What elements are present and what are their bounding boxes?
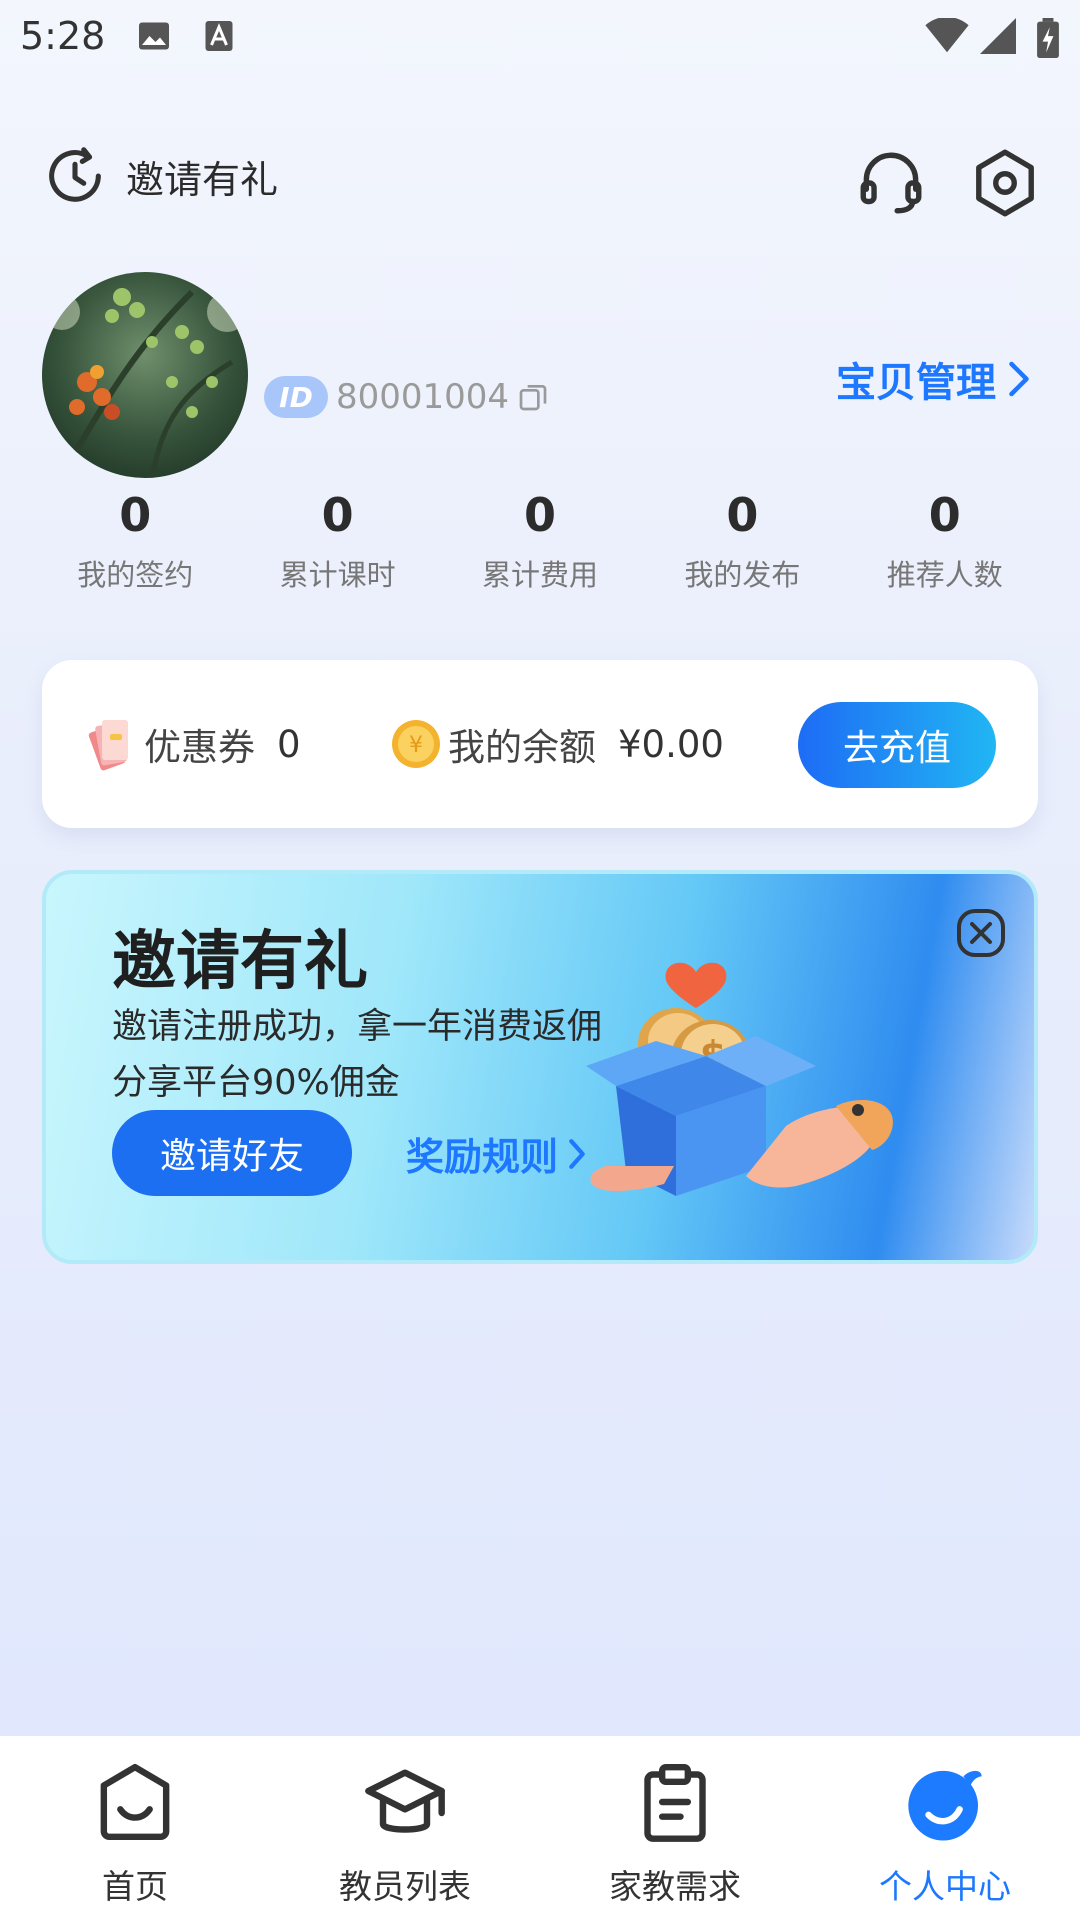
nav-label: 教员列表 — [339, 1867, 471, 1906]
bottom-nav: 首页 教员列表 家教需求 个人中心 — [0, 1736, 1080, 1920]
profile-icon — [908, 1770, 982, 1841]
headset-icon[interactable] — [854, 146, 928, 220]
recharge-button[interactable]: 去充值 — [798, 702, 996, 788]
coin-icon: ¥ — [392, 720, 440, 768]
invite-banner[interactable]: 邀请有礼 邀请注册成功，拿一年消费返佣 分享平台90%佣金 邀请好友 奖励规则 … — [42, 870, 1038, 1264]
stat-value: 0 — [523, 488, 556, 542]
gallery-icon — [139, 22, 169, 50]
balance-item[interactable]: ¥ 我的余额 ¥0.00 — [390, 714, 724, 774]
svg-text:¥: ¥ — [409, 733, 423, 758]
reward-rules-label: 奖励规则 — [406, 1135, 559, 1179]
refresh-arrow-icon — [49, 147, 101, 202]
stat-referrals[interactable]: 0 推荐人数 — [844, 488, 1046, 594]
coupon-label: 优惠券 — [144, 726, 255, 769]
balance-label: 我的余额 — [448, 726, 596, 769]
invite-friends-button[interactable]: 邀请好友 — [112, 1110, 352, 1196]
stat-contracts[interactable]: 0 我的签约 — [34, 488, 236, 594]
gift-box-illustration: $ — [586, 962, 893, 1196]
banner-commission: 分享平台90%佣金 — [112, 1063, 400, 1103]
close-icon[interactable] — [956, 908, 1006, 958]
stat-hours[interactable]: 0 累计课时 — [236, 488, 438, 594]
banner-description: 邀请注册成功，拿一年消费返佣 — [112, 1007, 603, 1047]
wallet-card: 优惠券 0 ¥ 我的余额 ¥0.00 去充值 — [42, 660, 1038, 828]
battery-icon — [1037, 18, 1059, 58]
child-management-link[interactable]: 宝贝管理 — [836, 350, 1032, 408]
stats-row: 0 我的签约 0 累计课时 0 累计费用 0 我的发布 0 推荐人数 — [34, 488, 1046, 594]
stat-value: 0 — [726, 488, 759, 542]
user-id: 80001004 — [336, 377, 510, 417]
stat-label: 我的发布 — [684, 558, 801, 592]
settings-icon[interactable] — [968, 146, 1042, 220]
wifi-icon — [925, 18, 969, 53]
stat-value: 0 — [119, 488, 152, 542]
stat-label: 我的签约 — [77, 558, 194, 592]
avatar[interactable] — [42, 272, 248, 478]
nav-label: 家教需求 — [609, 1867, 741, 1906]
coupon-icon — [88, 720, 128, 771]
signal-icon — [980, 18, 1016, 54]
stat-value: 0 — [321, 488, 354, 542]
chevron-right-icon — [1009, 361, 1029, 397]
user-id-row: ID 80001004 — [264, 376, 549, 418]
child-management-label: 宝贝管理 — [836, 360, 996, 406]
reward-rules-link[interactable]: 奖励规则 — [406, 1126, 588, 1181]
home-icon — [100, 1763, 170, 1841]
nav-item-tutor-requests[interactable]: 家教需求 — [540, 1736, 810, 1920]
nav-item-profile[interactable]: 个人中心 — [810, 1736, 1080, 1920]
clipboard-icon — [644, 1763, 706, 1842]
coupon-value: 0 — [277, 722, 301, 766]
stat-label: 累计课时 — [279, 558, 396, 592]
graduation-cap-icon — [365, 1769, 445, 1833]
nav-item-teachers[interactable]: 教员列表 — [270, 1736, 540, 1920]
invite-entry-label: 邀请有礼 — [126, 157, 279, 202]
invite-entry[interactable]: 邀请有礼 — [40, 140, 278, 212]
stat-posts[interactable]: 0 我的发布 — [641, 488, 843, 594]
status-bar: 5:28 — [0, 0, 1080, 70]
coupon-item[interactable]: 优惠券 0 — [86, 714, 301, 774]
stat-label: 推荐人数 — [886, 558, 1003, 592]
balance-value: ¥0.00 — [618, 722, 724, 766]
stat-fees[interactable]: 0 累计费用 — [439, 488, 641, 594]
text-icon — [205, 21, 233, 51]
banner-title: 邀请有礼 — [112, 925, 368, 999]
nav-item-home[interactable]: 首页 — [0, 1736, 270, 1920]
stat-value: 0 — [928, 488, 961, 542]
copy-icon[interactable] — [517, 381, 549, 413]
status-time: 5:28 — [20, 14, 106, 58]
nav-label: 个人中心 — [879, 1867, 1011, 1906]
nav-label: 首页 — [102, 1867, 168, 1906]
stat-label: 累计费用 — [481, 558, 598, 592]
id-badge: ID — [264, 376, 328, 418]
avatar-image — [42, 272, 248, 478]
